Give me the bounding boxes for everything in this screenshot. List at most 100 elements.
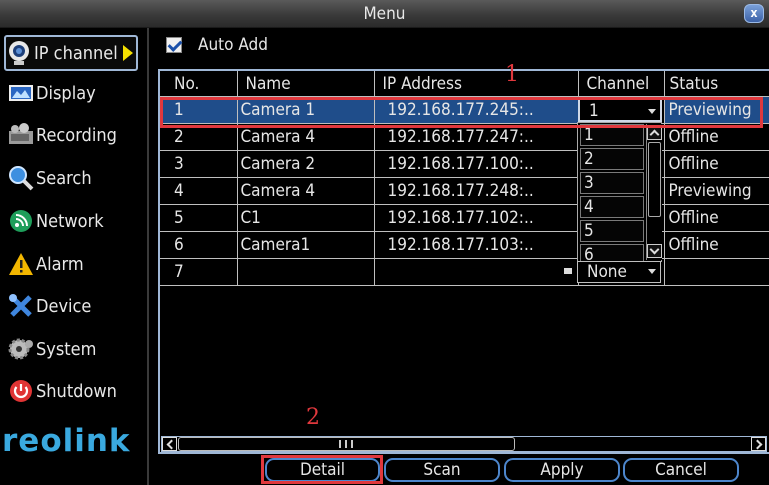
annotation-number-2: 2 bbox=[306, 405, 320, 430]
cell-name bbox=[237, 258, 375, 286]
table-row[interactable]: 3 Camera 2 192.168.177.100:.. Offline bbox=[160, 150, 769, 178]
cell-status: Offline bbox=[664, 204, 769, 232]
column-header-name[interactable]: Name bbox=[237, 71, 375, 97]
cell-no: 7 bbox=[160, 258, 238, 286]
cell-no: 4 bbox=[160, 177, 238, 205]
auto-add-checkbox[interactable] bbox=[166, 37, 182, 53]
scroll-thumb[interactable] bbox=[648, 142, 661, 217]
channel-select-value: None bbox=[587, 262, 627, 282]
table-row[interactable]: 6 Camera1 192.168.177.103:.. Offline bbox=[160, 231, 769, 259]
window-title: Menu bbox=[363, 4, 406, 24]
cancel-button[interactable]: Cancel bbox=[623, 458, 739, 482]
channel-option[interactable]: 6 bbox=[580, 244, 644, 262]
reolink-logo: reolink bbox=[2, 423, 131, 459]
cell-no: 5 bbox=[160, 204, 238, 232]
table-row[interactable]: 1 Camera 1 192.168.177.245:.. Previewing bbox=[160, 96, 769, 124]
cell-status bbox=[664, 258, 769, 286]
cell-no: 2 bbox=[160, 123, 238, 151]
scroll-up-icon[interactable] bbox=[647, 126, 662, 140]
chevron-down-icon bbox=[648, 109, 656, 114]
auto-add-label: Auto Add bbox=[198, 35, 268, 55]
display-icon bbox=[8, 80, 34, 106]
cell-name: Camera 1 bbox=[237, 96, 375, 124]
cell-ip bbox=[374, 258, 579, 286]
channel-select-row-7[interactable]: None bbox=[577, 261, 661, 283]
column-header-status[interactable]: Status bbox=[664, 71, 769, 97]
sidebar: IP channel Display Recording Search Netw… bbox=[0, 28, 149, 485]
sidebar-item-alarm[interactable]: Alarm bbox=[8, 246, 143, 282]
sidebar-item-system[interactable]: System bbox=[8, 331, 143, 367]
column-header-no[interactable]: No. bbox=[160, 71, 238, 97]
channel-option[interactable]: 2 bbox=[580, 148, 644, 170]
title-bar: Menu x bbox=[0, 0, 769, 28]
cell-ip: 192.168.177.100:.. bbox=[374, 150, 579, 178]
cell-no: 6 bbox=[160, 231, 238, 259]
sidebar-item-label: Search bbox=[36, 167, 92, 189]
scroll-thumb[interactable] bbox=[178, 437, 515, 451]
cell-no: 1 bbox=[160, 96, 238, 124]
sidebar-item-label: System bbox=[36, 338, 97, 360]
cell-status: Previewing bbox=[664, 96, 769, 124]
cell-status: Offline bbox=[664, 231, 769, 259]
scroll-right-icon[interactable] bbox=[751, 437, 766, 451]
channel-option[interactable]: 3 bbox=[580, 172, 644, 194]
ip-channel-table: No. Name IP Address Channel Status 1 Cam… bbox=[160, 71, 769, 286]
active-arrow-icon bbox=[122, 45, 133, 61]
cell-ip: 192.168.177.247:.. bbox=[374, 123, 579, 151]
close-button[interactable]: x bbox=[744, 4, 764, 23]
auto-add-option[interactable]: Auto Add bbox=[166, 35, 268, 55]
cell-name: Camera 2 bbox=[237, 150, 375, 178]
search-icon bbox=[8, 165, 34, 191]
column-header-ip-address[interactable]: IP Address bbox=[374, 71, 579, 97]
cell-name: Camera 4 bbox=[237, 123, 375, 151]
network-icon bbox=[8, 208, 34, 234]
sidebar-item-search[interactable]: Search bbox=[8, 160, 143, 196]
channel-dropdown-list: 1 2 3 4 5 6 bbox=[577, 122, 662, 262]
cell-no: 3 bbox=[160, 150, 238, 178]
apply-button[interactable]: Apply bbox=[504, 458, 620, 482]
table-row[interactable]: 4 Camera 4 192.168.177.248:.. Previewing bbox=[160, 177, 769, 205]
sidebar-item-label: IP channel bbox=[34, 42, 118, 64]
table-header-row: No. Name IP Address Channel Status bbox=[160, 71, 769, 97]
channel-option[interactable]: 1 bbox=[580, 124, 644, 146]
sidebar-item-label: Display bbox=[36, 82, 96, 104]
channel-option[interactable]: 5 bbox=[580, 220, 644, 242]
sidebar-item-shutdown[interactable]: Shutdown bbox=[8, 373, 143, 409]
sidebar-item-ip-channel[interactable]: IP channel bbox=[4, 35, 138, 71]
sidebar-item-label: Device bbox=[36, 295, 92, 317]
cell-name: Camera1 bbox=[237, 231, 375, 259]
sidebar-item-network[interactable]: Network bbox=[8, 203, 143, 239]
scroll-left-icon[interactable] bbox=[162, 437, 177, 451]
cell-ip: 192.168.177.245:.. bbox=[374, 96, 579, 124]
annotation-highlight-detail bbox=[261, 455, 383, 484]
sidebar-item-label: Network bbox=[36, 210, 104, 232]
cell-status: Offline bbox=[664, 150, 769, 178]
table-row[interactable]: 5 C1 192.168.177.102:.. Offline bbox=[160, 204, 769, 232]
ip-camera-icon bbox=[6, 40, 32, 66]
table-row[interactable]: 7 bbox=[160, 258, 769, 286]
cell-name: Camera 4 bbox=[237, 177, 375, 205]
sidebar-item-label: Alarm bbox=[36, 253, 84, 275]
annotation-number-1: 1 bbox=[505, 62, 519, 87]
sidebar-item-display[interactable]: Display bbox=[8, 75, 143, 111]
table-row[interactable]: 2 Camera 4 192.168.177.247:.. Offline bbox=[160, 123, 769, 151]
scan-button[interactable]: Scan bbox=[384, 458, 500, 482]
grip-icon bbox=[339, 440, 353, 448]
cell-name: C1 bbox=[237, 204, 375, 232]
edit-handle-icon[interactable] bbox=[564, 268, 572, 274]
dropdown-scrollbar[interactable] bbox=[646, 124, 662, 260]
sidebar-item-label: Shutdown bbox=[36, 380, 117, 402]
cell-status: Previewing bbox=[664, 177, 769, 205]
sidebar-item-label: Recording bbox=[36, 124, 117, 146]
device-icon bbox=[8, 293, 34, 319]
channel-select-row-1[interactable]: 1 bbox=[578, 98, 662, 122]
sidebar-item-device[interactable]: Device bbox=[8, 288, 143, 324]
column-header-channel[interactable]: Channel bbox=[578, 71, 665, 97]
horizontal-scrollbar[interactable] bbox=[161, 436, 767, 452]
sidebar-item-recording[interactable]: Recording bbox=[8, 117, 143, 153]
scroll-down-icon[interactable] bbox=[647, 244, 662, 258]
system-icon bbox=[8, 336, 34, 362]
channel-option[interactable]: 4 bbox=[580, 196, 644, 218]
cell-ip: 192.168.177.248:.. bbox=[374, 177, 579, 205]
chevron-down-icon bbox=[648, 269, 656, 274]
